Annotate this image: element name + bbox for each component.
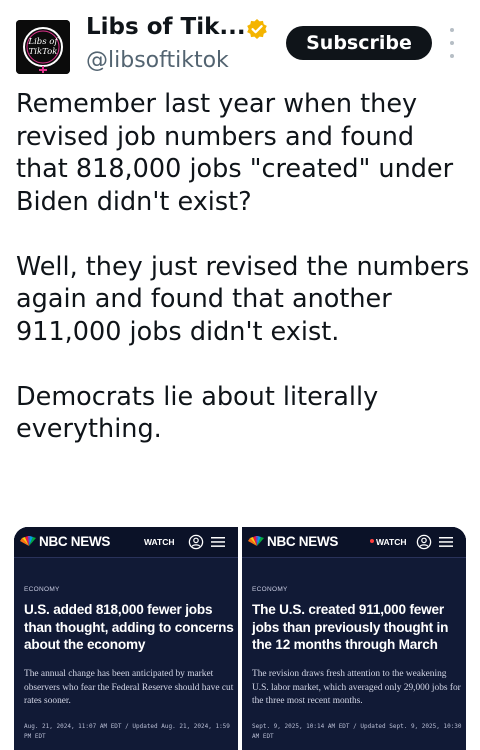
live-dot-icon <box>370 539 374 543</box>
watch-link: WATCH <box>376 537 407 547</box>
display-name[interactable]: Libs of Tik... <box>86 14 246 40</box>
nbc-news-brand: NBC NEWS <box>267 534 339 549</box>
article-section-label: ECONOMY <box>24 586 60 593</box>
verified-badge-icon <box>247 19 267 39</box>
article-timestamp: Aug. 21, 2024, 11:07 AM EDT / Updated Au… <box>24 723 230 740</box>
post-paragraph: Well, they just revised the numbers agai… <box>16 251 470 347</box>
article-section-label: ECONOMY <box>252 586 288 593</box>
post-media-image[interactable]: NBC NEWS WATCH ECONOMY U.S. added 818,00… <box>14 527 466 750</box>
nbc-navbar: NBC NEWS WATCH <box>14 527 238 558</box>
article-subheadline: The revision draws fresh attention to th… <box>252 669 461 706</box>
nbc-navbar: NBC NEWS WATCH <box>242 527 466 558</box>
avatar[interactable]: Libs of TikTok <box>16 20 70 74</box>
post-paragraph: Remember last year when they revised job… <box>16 89 454 217</box>
user-account-icon <box>188 534 204 550</box>
nbc-peacock-icon <box>248 536 264 546</box>
post-text: Remember last year when they revised job… <box>16 88 472 478</box>
article-headline: The U.S. created 911,000 fewer jobs than… <box>252 602 449 652</box>
hamburger-menu-icon <box>211 537 225 547</box>
more-options-icon[interactable] <box>444 28 460 58</box>
article-screenshot-right: NBC NEWS WATCH ECONOMY The U.S. created … <box>242 527 466 750</box>
user-handle[interactable]: @libsoftiktok <box>86 48 229 73</box>
hamburger-menu-icon <box>439 537 453 547</box>
article-timestamp: Sept. 9, 2025, 10:14 AM EDT / Updated Se… <box>252 723 462 740</box>
avatar-text-line2: TikTok <box>29 47 58 57</box>
nbc-news-brand: NBC NEWS <box>39 534 111 549</box>
avatar-logo-icon: Libs of TikTok <box>16 20 70 74</box>
article-headline: U.S. added 818,000 fewer jobs than thoug… <box>24 602 234 652</box>
post-header: Libs of TikTok Libs of Tik... @libsoftik… <box>0 0 480 96</box>
article-screenshot-left: NBC NEWS WATCH ECONOMY U.S. added 818,00… <box>14 527 238 750</box>
article-subheadline: The annual change has been anticipated b… <box>24 669 234 706</box>
subscribe-button[interactable]: Subscribe <box>286 26 432 60</box>
watch-link: WATCH <box>144 537 175 547</box>
post-paragraph: Democrats lie about literally everything… <box>16 381 379 445</box>
avatar-text-line1: Libs of <box>27 37 59 47</box>
user-account-icon <box>416 534 432 550</box>
nbc-peacock-icon <box>20 536 36 546</box>
